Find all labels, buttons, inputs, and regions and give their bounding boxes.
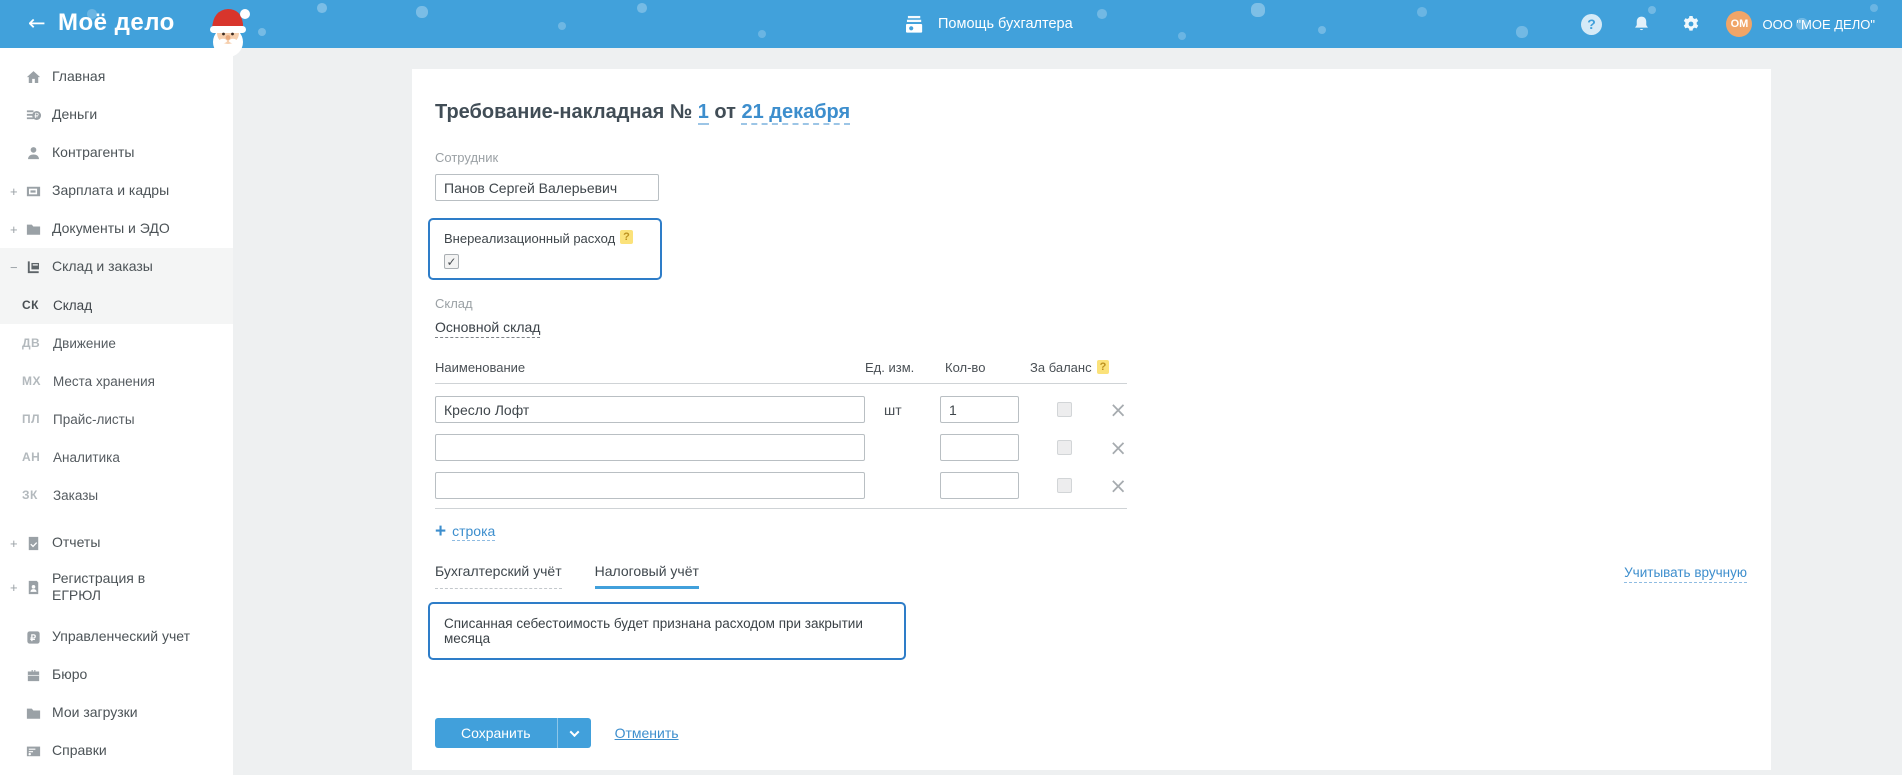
cancel-link[interactable]: Отменить <box>615 725 679 741</box>
non-operating-expense-box: Внереализационный расход? ✓ <box>428 218 662 280</box>
sidebar-item-main[interactable]: Главная <box>0 58 233 96</box>
sidebar-item-certificates[interactable]: Справки <box>0 732 233 770</box>
sidebar-subitem-sklad[interactable]: СК Склад <box>0 286 233 324</box>
save-dropdown-button[interactable] <box>556 718 591 748</box>
briefcase-icon <box>24 666 42 684</box>
delete-row-icon[interactable]: × <box>1109 437 1127 458</box>
person-icon <box>24 144 42 162</box>
header-name: Наименование <box>435 360 526 375</box>
sidebar: Главная ₽ Деньги Контрагенты + Зарплата … <box>0 48 233 775</box>
money-icon: ₽ <box>24 106 42 124</box>
sidebar-item-bureau[interactable]: Бюро <box>0 656 233 694</box>
add-row-link[interactable]: + строка <box>435 521 496 542</box>
form-actions: Сохранить Отменить <box>435 718 1747 748</box>
item-qty-input[interactable] <box>940 434 1019 461</box>
home-icon <box>24 68 42 86</box>
sidebar-subitem-pricelists[interactable]: ПЛ Прайс-листы <box>0 400 233 438</box>
sidebar-item-contractors[interactable]: Контрагенты <box>0 134 233 172</box>
snow-decoration <box>0 0 4 4</box>
cost-recognition-info-box: Списанная себестоимость будет признана р… <box>428 602 906 660</box>
table-row: × <box>435 434 1127 461</box>
employee-input[interactable] <box>435 174 659 201</box>
employee-label: Сотрудник <box>435 150 499 165</box>
non-operating-expense-label: Внереализационный расход <box>444 231 616 246</box>
help-center-label: Помощь бухгалтера <box>938 16 1073 32</box>
item-name-input[interactable] <box>435 472 865 499</box>
registration-doc-icon <box>24 578 42 596</box>
title-prefix: Требование-накладная № <box>435 101 693 123</box>
plus-icon: + <box>435 521 447 542</box>
item-name-input[interactable] <box>435 434 865 461</box>
report-icon <box>24 534 42 552</box>
tabs-row: Бухгалтерский учёт Налоговый учёт Учитыв… <box>435 563 1747 589</box>
delete-row-icon[interactable]: × <box>1109 475 1127 496</box>
manual-accounting-link[interactable]: Учитывать вручную <box>1624 565 1747 583</box>
header-unit: Ед. изм. <box>865 360 915 375</box>
item-qty-input[interactable] <box>940 472 1019 499</box>
balance-checkbox[interactable] <box>1056 478 1072 493</box>
table-row: × <box>435 472 1127 499</box>
folder-icon <box>24 220 42 238</box>
santa-decoration <box>210 9 250 57</box>
ruble-square-icon: ₽ <box>24 628 42 646</box>
cash-register-icon <box>906 15 923 33</box>
wallet-icon <box>24 182 42 200</box>
app-logo: Моё дело <box>58 9 175 36</box>
header-right: ? ОМ ООО "МОЕ ДЕЛО" <box>1580 0 1875 48</box>
item-name-input[interactable] <box>435 396 865 423</box>
page-title: Требование-накладная № 1 от 21 декабря <box>435 100 1747 125</box>
table-row: шт × <box>435 396 1127 423</box>
title-conjunction: от <box>714 101 736 123</box>
document-form-card: Требование-накладная № 1 от 21 декабря С… <box>412 69 1771 770</box>
warehouse-cart-icon <box>24 258 42 276</box>
items-table-header: Наименование Ед. изм. Кол-во За баланс? <box>435 360 1127 384</box>
sidebar-subitem-analytics[interactable]: АН Аналитика <box>0 438 233 476</box>
help-icon[interactable]: ? <box>1580 13 1602 35</box>
help-center-link[interactable]: Помощь бухгалтера <box>904 0 1073 48</box>
sidebar-item-management[interactable]: ₽ Управленческий учет <box>0 618 233 656</box>
doc-number-link[interactable]: 1 <box>697 101 709 125</box>
downloads-folder-icon <box>24 704 42 722</box>
svg-text:₽: ₽ <box>34 112 39 120</box>
main-content: Требование-накладная № 1 от 21 декабря С… <box>233 48 1902 775</box>
item-unit: шт <box>884 401 902 418</box>
sidebar-subitem-storage[interactable]: МХ Места хранения <box>0 362 233 400</box>
help-question-badge[interactable]: ? <box>620 230 633 244</box>
chevron-down-icon <box>569 726 580 737</box>
balance-checkbox[interactable] <box>1056 402 1072 417</box>
header-qty: Кол-во <box>945 360 986 375</box>
sidebar-item-registration[interactable]: + Регистрация в ЕГРЮЛ <box>0 562 233 612</box>
app-root: ← Моё дело Помощь бухгалтера ? ОМ ООО "М… <box>0 0 1902 775</box>
avatar[interactable]: ОМ <box>1726 11 1753 37</box>
tab-tax-accounting[interactable]: Налоговый учёт <box>594 563 699 589</box>
items-table: Наименование Ед. изм. Кол-во За баланс? … <box>435 360 1127 509</box>
certificates-card-icon <box>24 742 42 760</box>
save-button[interactable]: Сохранить <box>435 718 557 748</box>
settings-gear-icon[interactable] <box>1680 13 1702 35</box>
sidebar-item-reports[interactable]: + Отчеты <box>0 524 233 562</box>
sidebar-subitem-movement[interactable]: ДВ Движение <box>0 324 233 362</box>
sidebar-item-documents[interactable]: + Документы и ЭДО <box>0 210 233 248</box>
delete-row-icon[interactable]: × <box>1109 399 1127 420</box>
non-operating-expense-checkbox[interactable]: ✓ <box>444 254 459 269</box>
notifications-bell-icon[interactable] <box>1630 13 1652 35</box>
header-balance: За баланс? <box>1024 360 1110 375</box>
sidebar-subitem-orders[interactable]: ЗК Заказы <box>0 476 233 514</box>
sidebar-item-salary[interactable]: + Зарплата и кадры <box>0 172 233 210</box>
sidebar-item-downloads[interactable]: Мои загрузки <box>0 694 233 732</box>
app-header: ← Моё дело Помощь бухгалтера ? ОМ ООО "М… <box>0 0 1902 57</box>
account-name[interactable]: ООО "МОЕ ДЕЛО" <box>1762 17 1875 32</box>
checkmark-icon: ✓ <box>446 254 457 269</box>
sidebar-item-money[interactable]: ₽ Деньги <box>0 96 233 134</box>
warehouse-label: Склад <box>435 296 473 311</box>
sidebar-item-warehouse[interactable]: − Склад и заказы <box>0 248 233 286</box>
doc-date-link[interactable]: 21 декабря <box>741 101 851 125</box>
balance-checkbox[interactable] <box>1056 440 1072 455</box>
tab-accounting[interactable]: Бухгалтерский учёт <box>435 563 562 589</box>
svg-text:₽: ₽ <box>30 632 36 642</box>
back-arrow-icon[interactable]: ← <box>28 11 46 35</box>
warehouse-value-link[interactable]: Основной склад <box>435 319 541 338</box>
item-qty-input[interactable] <box>940 396 1019 423</box>
save-button-group: Сохранить <box>435 718 591 748</box>
